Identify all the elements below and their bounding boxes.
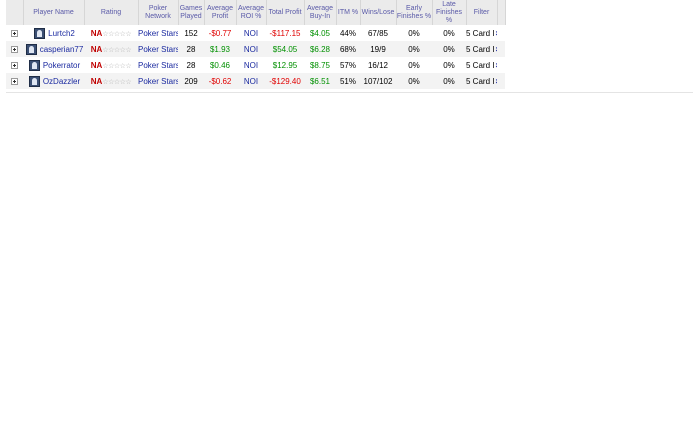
table-row[interactable]: casperian77 NA☆☆☆☆☆ Poker Stars 28 $1.93… [6, 41, 505, 57]
row-spacer [497, 25, 505, 41]
total-profit-value: -$117.15 [266, 25, 304, 41]
filter-value: 5 Card I [466, 28, 495, 38]
average-profit-value: -$0.62 [204, 73, 236, 89]
average-roi-value: NOI [236, 57, 266, 73]
remove-filter-icon[interactable]: × [495, 61, 497, 70]
expand-row-icon[interactable] [11, 45, 18, 53]
itm-value: 44% [336, 25, 360, 41]
wins-lose-value: 107/102 [360, 73, 396, 89]
player-avatar-icon [28, 75, 40, 87]
col-average-buyin[interactable]: Average Buy-In [304, 0, 337, 25]
player-avatar-icon [25, 43, 37, 55]
early-finishes-value: 0% [396, 41, 432, 57]
table-row[interactable]: OzDazzler NA☆☆☆☆☆ Poker Stars 209 -$0.62… [6, 73, 505, 89]
col-poker-network[interactable]: Poker Network [138, 0, 179, 25]
poker-network-value: Poker Stars [138, 76, 178, 86]
poker-network-value: Poker Stars [138, 60, 178, 70]
col-spacer [497, 0, 506, 25]
rating-value: NA [90, 76, 103, 86]
player-avatar-icon [34, 27, 46, 39]
filter-value: 5 Card I [466, 76, 495, 86]
early-finishes-value: 0% [396, 57, 432, 73]
col-average-profit[interactable]: Average Profit [204, 0, 237, 25]
games-played-value: 28 [178, 57, 204, 73]
table-row[interactable]: Lurtch2 NA☆☆☆☆☆ Poker Stars 152 -$0.77 N… [6, 25, 505, 41]
col-player-name[interactable]: Player Name [23, 0, 85, 25]
col-early-finishes[interactable]: Early Finishes % [396, 0, 433, 25]
itm-value: 51% [336, 73, 360, 89]
average-roi-value: NOI [236, 41, 266, 57]
average-buyin-value: $6.51 [304, 73, 336, 89]
poker-network-value: Poker Stars [138, 44, 178, 54]
player-stats-table: Player Name Rating Poker Network Games P… [6, 0, 506, 89]
row-spacer [497, 41, 505, 57]
itm-value: 57% [336, 57, 360, 73]
games-played-value: 209 [178, 73, 204, 89]
wins-lose-value: 19/9 [360, 41, 396, 57]
remove-filter-icon[interactable]: × [495, 45, 497, 54]
star-rating-icon[interactable]: ☆☆☆☆☆ [102, 63, 131, 70]
average-profit-value: $1.93 [204, 41, 236, 57]
rating-value: NA [90, 44, 103, 54]
itm-value: 68% [336, 41, 360, 57]
col-total-profit[interactable]: Total Profit [266, 0, 305, 25]
row-spacer [497, 73, 505, 89]
expand-row-icon[interactable] [11, 77, 18, 85]
player-name-link[interactable]: casperian77 [40, 45, 84, 54]
average-buyin-value: $8.75 [304, 57, 336, 73]
rating-value: NA [90, 28, 103, 38]
late-finishes-value: 0% [432, 25, 466, 41]
col-games-played[interactable]: Games Played [178, 0, 205, 25]
row-spacer [497, 57, 505, 73]
star-rating-icon[interactable]: ☆☆☆☆☆ [102, 79, 131, 86]
col-rating[interactable]: Rating [84, 0, 139, 25]
games-played-value: 28 [178, 41, 204, 57]
col-wins-lose[interactable]: Wins/Lose [360, 0, 397, 25]
games-played-value: 152 [178, 25, 204, 41]
col-late-finishes[interactable]: Late Finishes % [432, 0, 467, 25]
early-finishes-value: 0% [396, 25, 432, 41]
expand-row-icon[interactable] [11, 29, 18, 37]
total-profit-value: $12.95 [266, 57, 304, 73]
poker-network-value: Poker Stars [138, 28, 178, 38]
average-buyin-value: $6.28 [304, 41, 336, 57]
wins-lose-value: 16/12 [360, 57, 396, 73]
player-name-link[interactable]: Pokerrator [43, 61, 80, 70]
header-row: Player Name Rating Poker Network Games P… [6, 0, 506, 25]
col-filter[interactable]: Filter [466, 0, 498, 25]
star-rating-icon[interactable]: ☆☆☆☆☆ [102, 47, 131, 54]
star-rating-icon[interactable]: ☆☆☆☆☆ [102, 31, 131, 38]
late-finishes-value: 0% [432, 73, 466, 89]
table-row[interactable]: Pokerrator NA☆☆☆☆☆ Poker Stars 28 $0.46 … [6, 57, 505, 73]
filter-value: 5 Card I [466, 60, 495, 70]
col-average-roi[interactable]: Average ROI % [236, 0, 267, 25]
player-name-link[interactable]: OzDazzler [43, 77, 80, 86]
player-stats-grid: Player Name Rating Poker Network Games P… [6, 0, 693, 93]
early-finishes-value: 0% [396, 73, 432, 89]
total-profit-value: $54.05 [266, 41, 304, 57]
total-profit-value: -$129.40 [266, 73, 304, 89]
rating-value: NA [90, 60, 103, 70]
average-profit-value: $0.46 [204, 57, 236, 73]
wins-lose-value: 67/85 [360, 25, 396, 41]
col-itm[interactable]: ITM % [336, 0, 361, 25]
remove-filter-icon[interactable]: × [495, 77, 497, 86]
expand-row-icon[interactable] [11, 61, 18, 69]
late-finishes-value: 0% [432, 57, 466, 73]
player-avatar-icon [28, 59, 40, 71]
average-buyin-value: $4.05 [304, 25, 336, 41]
average-roi-value: NOI [236, 73, 266, 89]
expander-header [6, 0, 24, 25]
average-roi-value: NOI [236, 25, 266, 41]
average-profit-value: -$0.77 [204, 25, 236, 41]
remove-filter-icon[interactable]: × [495, 29, 497, 38]
player-name-link[interactable]: Lurtch2 [48, 29, 75, 38]
late-finishes-value: 0% [432, 41, 466, 57]
filter-value: 5 Card I [466, 44, 495, 54]
